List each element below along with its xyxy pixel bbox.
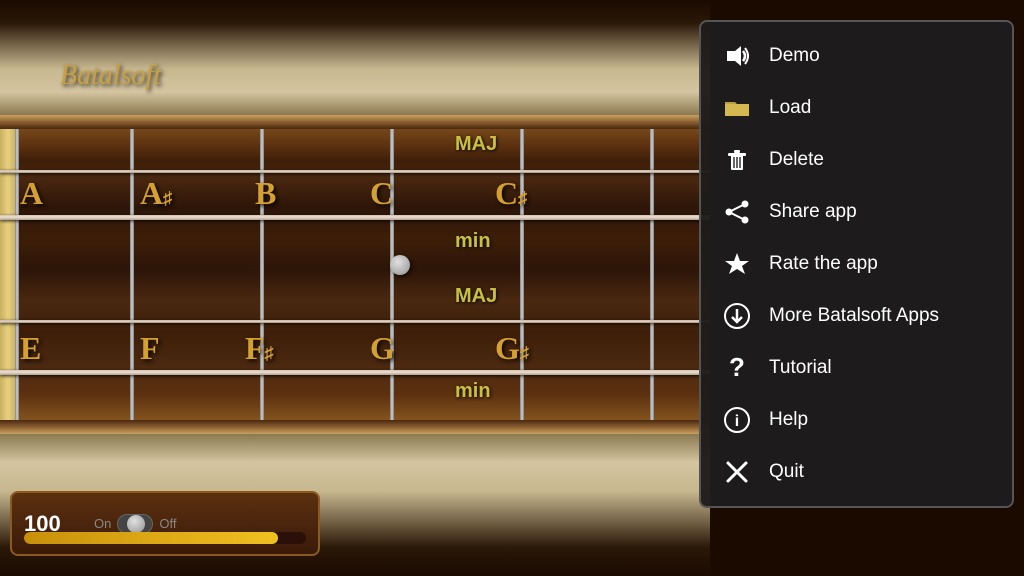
note-g: G <box>370 330 395 367</box>
guitar-background: MAJ min MAJ min A A♯ B C C♯ E F F♯ G G♯ … <box>0 0 710 576</box>
fret-5 <box>650 115 654 425</box>
bottom-controls-panel: 100 On Off <box>10 491 320 556</box>
menu-item-delete[interactable]: Delete <box>701 134 1012 186</box>
scale-maj-bottom: MAJ <box>455 285 497 308</box>
star-icon <box>721 248 753 280</box>
svg-text:?: ? <box>729 354 745 382</box>
toggle-switch[interactable] <box>117 514 153 534</box>
note-a-sharp: A♯ <box>140 175 172 212</box>
fretboard-bottom-frame <box>0 420 710 434</box>
menu-tutorial-label: Tutorial <box>769 357 832 379</box>
info-icon: i <box>721 404 753 436</box>
volume-bar-fill <box>24 532 278 544</box>
note-c-sharp: C♯ <box>495 175 527 212</box>
menu-item-rate[interactable]: Rate the app <box>701 238 1012 290</box>
note-c: C <box>370 175 393 212</box>
speaker-icon <box>721 40 753 72</box>
menu-item-more[interactable]: More Batalsoft Apps <box>701 290 1012 342</box>
menu-share-label: Share app <box>769 201 857 223</box>
note-f: F <box>140 330 160 367</box>
trash-icon <box>721 144 753 176</box>
fret-dot <box>390 255 410 275</box>
menu-item-demo[interactable]: Demo <box>701 30 1012 82</box>
string-1 <box>0 170 710 173</box>
menu-help-label: Help <box>769 409 808 431</box>
menu-item-quit[interactable]: Quit <box>701 446 1012 498</box>
fret-1 <box>130 115 134 425</box>
fretboard-top-frame <box>0 115 710 129</box>
guitar-nut <box>0 115 16 425</box>
download-icon <box>721 300 753 332</box>
menu-demo-label: Demo <box>769 45 820 67</box>
menu-item-tutorial[interactable]: ? Tutorial <box>701 342 1012 394</box>
context-menu: Demo Load Delete <box>699 20 1014 508</box>
note-g-sharp: G♯ <box>495 330 529 367</box>
folder-icon <box>721 92 753 124</box>
volume-bar-container[interactable] <box>24 532 306 544</box>
off-label: Off <box>159 516 176 531</box>
menu-rate-label: Rate the app <box>769 253 878 275</box>
scale-min-top: min <box>455 230 491 253</box>
on-off-area: On Off <box>94 514 176 534</box>
toggle-knob <box>127 515 145 533</box>
menu-quit-label: Quit <box>769 461 804 483</box>
share-icon <box>721 196 753 228</box>
fret-4 <box>520 115 524 425</box>
menu-item-share[interactable]: Share app <box>701 186 1012 238</box>
fretboard-body: MAJ min MAJ min A A♯ B C C♯ E F F♯ G G♯ <box>0 115 710 425</box>
menu-load-label: Load <box>769 97 811 119</box>
menu-item-help[interactable]: i Help <box>701 394 1012 446</box>
note-e: E <box>20 330 41 367</box>
string-3 <box>0 320 710 323</box>
scale-maj-top: MAJ <box>455 133 497 156</box>
guitar-top-area <box>0 0 710 115</box>
on-label: On <box>94 516 111 531</box>
question-icon: ? <box>721 352 753 384</box>
menu-delete-label: Delete <box>769 149 824 171</box>
string-2 <box>0 215 710 220</box>
fret-0 <box>15 115 19 425</box>
note-f-sharp: F♯ <box>245 330 274 367</box>
fret-2 <box>260 115 264 425</box>
close-x-icon <box>721 456 753 488</box>
scale-min-bottom: min <box>455 380 491 403</box>
menu-more-label: More Batalsoft Apps <box>769 305 939 327</box>
string-4 <box>0 370 710 375</box>
menu-item-load[interactable]: Load <box>701 82 1012 134</box>
svg-text:i: i <box>735 413 739 430</box>
note-b: B <box>255 175 276 212</box>
note-a: A <box>20 175 43 212</box>
app-logo: Batalsoft <box>60 60 161 92</box>
